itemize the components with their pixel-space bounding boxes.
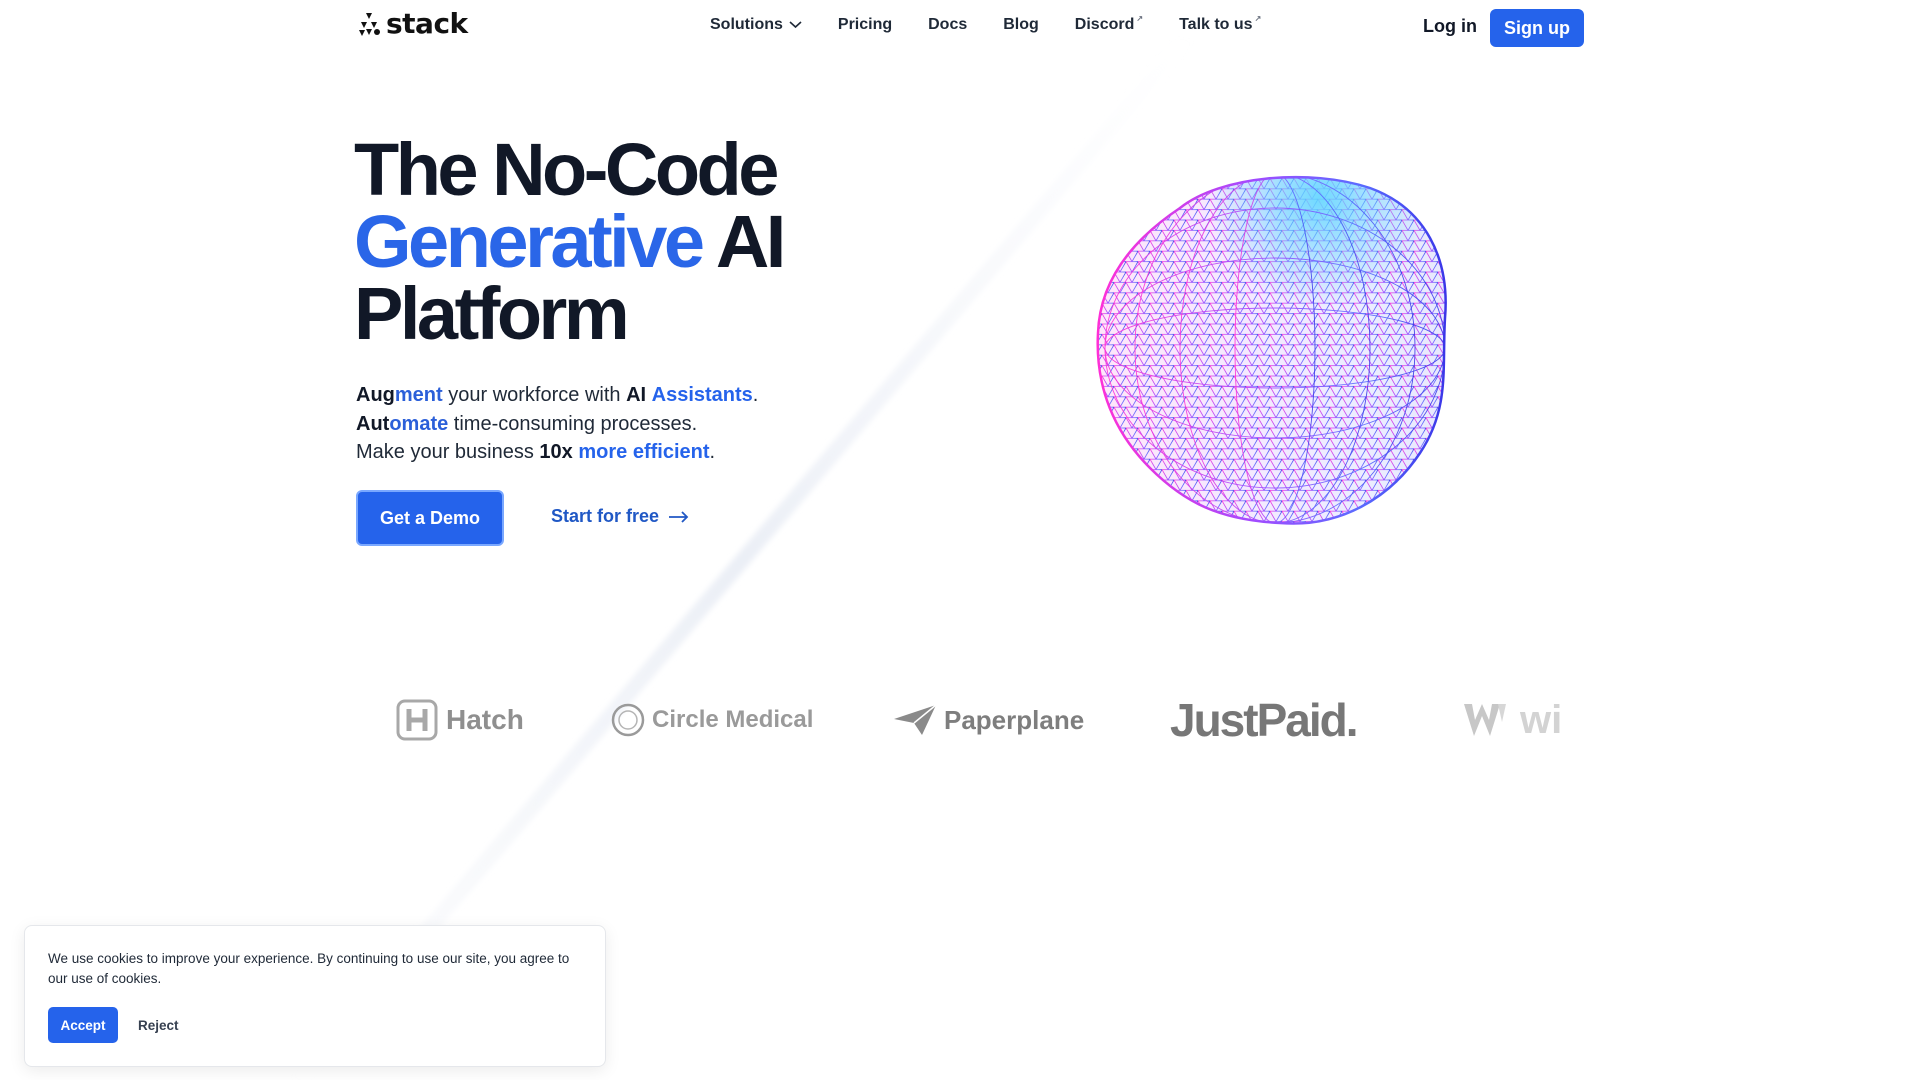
hero-title-highlight: Generative [354,200,705,283]
hero-title: The No-Code Generative AI Platform [354,133,787,351]
automate-word: Automate [356,412,449,435]
hatch-logo-icon [396,699,438,741]
hero-sub-line2: Automate time-consuming processes. [356,410,758,439]
chevron-down-icon [789,21,802,29]
stack-logo[interactable]: stack [356,10,468,38]
start-free-label: Start for free [551,506,660,526]
hero-title-line3: Platform [354,272,630,355]
logo-justpaid: JustPaid. [1170,690,1359,750]
get-demo-button[interactable]: Get a Demo [356,490,504,546]
logo-hatch: Hatch [396,690,524,750]
nav-solutions-label: Solutions [710,16,783,33]
hero-title-line2-rest: AI [701,200,787,283]
augment-word: Augment [356,384,443,406]
nav-pricing-label: Pricing [837,16,893,33]
nav-talk-to-us[interactable]: Talk to us ↗ [1179,14,1262,34]
cookie-banner: We use cookies to improve your experienc… [24,925,606,1067]
nav-blog[interactable]: Blog [1003,16,1039,34]
assistants-word: Assistants [651,384,753,406]
logo-paperplane: Paperplane [892,690,1084,750]
nav-discord[interactable]: Discord ↗ [1074,14,1144,34]
circle-medical-logo-icon [611,703,645,737]
sub-text: time-consuming processes. [448,412,698,435]
login-link[interactable]: Log in [1423,16,1477,37]
paperplane-logo-icon [894,704,937,735]
cookie-text: We use cookies to improve your experienc… [48,951,570,986]
nav-docs-label: Docs [928,16,968,33]
hero-title-line1: The No-Code [354,128,779,211]
signup-button[interactable]: Sign up [1490,9,1584,47]
nav-blog-label: Blog [1003,16,1039,33]
customer-logos: Hatch Circle Medical Paperplane JustPaid… [392,690,1588,750]
logo-justpaid-label: JustPaid. [1170,694,1359,746]
landing-page: stack Solutions Pricing Docs Blog Discor… [0,0,1920,1080]
arrow-right-icon [669,510,689,523]
external-link-icon: ↗ [1136,14,1144,23]
brand-name: stack [386,7,468,40]
background-streak [290,40,1195,1080]
start-free-link[interactable]: Start for free [551,506,689,527]
sub-text: your workforce with [442,384,627,406]
10x-word: 10x [539,441,573,463]
top-navigation: stack Solutions Pricing Docs Blog Discor… [0,0,1920,54]
logo-paperplane-label: Paperplane [944,704,1085,735]
cookie-reject-button[interactable]: Reject [138,1007,179,1043]
sub-text: Make your business [356,441,540,463]
cookie-accept-button[interactable]: Accept [48,1007,118,1043]
w-logo-icon [1464,704,1506,736]
logo-hatch-label: Hatch [446,704,524,735]
hero-sub-line1: Augment your workforce with AI Assistant… [356,381,758,410]
logo-circle-medical-label: Circle Medical [652,706,814,733]
nav-pricing[interactable]: Pricing [838,16,892,34]
sub-text: . [709,441,716,463]
sub-text: . [752,384,759,406]
more-efficient-words: more efficient [578,441,710,463]
logo-w: wi [1462,690,1562,750]
nav-links: Solutions Pricing Docs Blog Discord ↗ Ta… [710,14,1297,34]
logo-circle-medical: Circle Medical [610,690,813,750]
stack-logo-icon [359,13,380,36]
hero-sub-line3: Make your business 10x more efficient. [356,438,758,467]
logo-w-label: wi [1520,697,1563,742]
nav-solutions[interactable]: Solutions [710,16,802,34]
hero-subtitle: Augment your workforce with AI Assistant… [356,381,758,467]
ai-word: AI [626,384,647,406]
nav-talk-label: Talk to us [1179,16,1253,33]
nav-docs[interactable]: Docs [928,16,967,34]
wireframe-sphere-icon [1096,175,1447,525]
external-link-icon: ↗ [1254,14,1262,23]
nav-discord-label: Discord [1074,16,1135,33]
